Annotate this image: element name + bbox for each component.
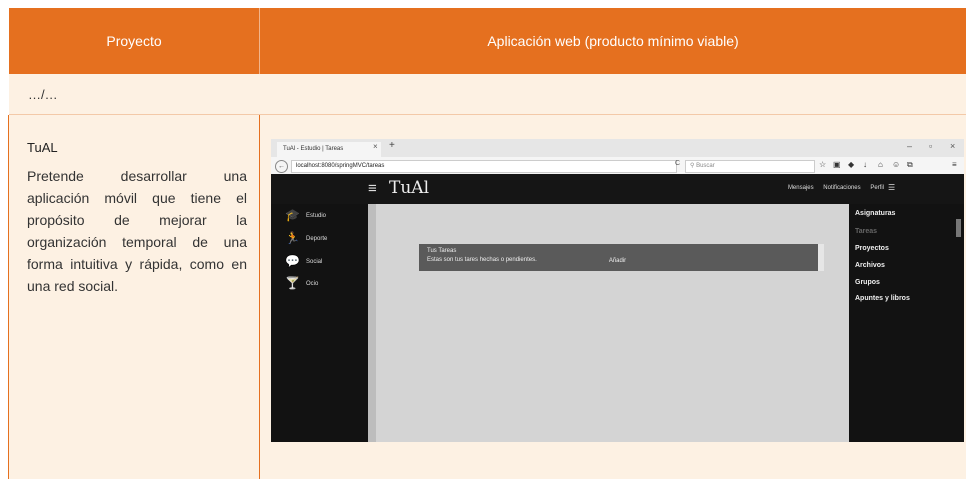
table-header: Proyecto Aplicación web (producto mínimo…	[9, 8, 966, 74]
extension-icon[interactable]: ☺	[892, 160, 900, 169]
menu-icon[interactable]: ≡	[952, 160, 957, 169]
tasks-panel-text: Estas son tus tares hechas o pendientes.	[427, 257, 537, 263]
url-field[interactable]: localhost:8080/springMVC/tareas	[291, 160, 677, 173]
back-icon[interactable]: ←	[275, 160, 288, 173]
sidebar-item-grupos[interactable]: Grupos	[855, 279, 880, 286]
minimize-icon[interactable]: –	[907, 141, 912, 151]
sidebar-item-archivos[interactable]: Archivos	[855, 262, 885, 269]
nav-mensajes[interactable]: Mensajes	[788, 185, 814, 191]
new-tab-icon[interactable]: +	[389, 140, 395, 151]
sidebar-item-estudio[interactable]: Estudio	[306, 213, 326, 219]
browser-toolbar: ← localhost:8080/springMVC/tareas C ⚲ Bu…	[271, 157, 964, 175]
project-name: TuAL	[27, 140, 58, 155]
app-screenshot: TuAl - Estudio | Tareas × + – ▫ × ← loca…	[271, 139, 964, 442]
app-navbar: ≡ TuAl Mensajes Notificaciones Perfil ☰	[271, 174, 964, 204]
continuation-row: …/…	[9, 74, 966, 115]
project-description: Pretende desarrollar una aplicación móvi…	[27, 168, 247, 294]
reload-icon[interactable]: C	[675, 160, 680, 167]
browser-tab[interactable]: TuAl - Estudio | Tareas	[277, 142, 381, 157]
browser-tabbar: TuAl - Estudio | Tareas × + – ▫ ×	[271, 139, 964, 157]
chat-bubbles-icon: 💬	[285, 254, 300, 268]
tab-title: TuAl - Estudio | Tareas	[283, 146, 344, 152]
sidebar-item-apuntes[interactable]: Apuntes y libros	[855, 295, 910, 302]
sidebar-item-tareas[interactable]: Tareas	[855, 228, 877, 235]
right-scrollbar[interactable]	[956, 219, 961, 237]
tasks-panel-scrollbar[interactable]	[818, 244, 824, 271]
sidebar-item-social[interactable]: Social	[306, 259, 322, 265]
close-window-icon[interactable]: ×	[950, 141, 955, 151]
tasks-panel-title: Tus Tareas	[427, 248, 457, 254]
header-project-label: Proyecto	[9, 8, 260, 74]
nav-links: Mensajes Notificaciones Perfil	[780, 185, 884, 191]
sidebar-item-asignaturas[interactable]: Asignaturas	[855, 210, 895, 217]
add-button[interactable]: Añadir	[545, 254, 690, 269]
clipboard-icon[interactable]: ▣	[833, 160, 841, 169]
sync-icon[interactable]: ⧉	[907, 160, 913, 170]
maximize-icon[interactable]: ▫	[929, 141, 932, 151]
close-tab-icon[interactable]: ×	[373, 142, 378, 151]
left-scrollbar[interactable]	[368, 204, 376, 442]
hamburger-icon[interactable]: ≡	[368, 180, 377, 197]
star-icon[interactable]: ☆	[819, 160, 826, 169]
download-icon[interactable]: ↓	[863, 160, 867, 169]
search-placeholder: Buscar	[696, 163, 715, 169]
sidebar-item-proyectos[interactable]: Proyectos	[855, 245, 889, 252]
header-project-type: Aplicación web (producto mínimo viable)	[487, 33, 739, 49]
nav-perfil[interactable]: Perfil	[870, 185, 884, 191]
right-sidebar: Asignaturas Tareas Proyectos Archivos Gr…	[849, 204, 964, 442]
left-border	[8, 115, 9, 479]
cocktail-icon: 🍸	[285, 276, 300, 290]
app-brand[interactable]: TuAl	[389, 178, 429, 198]
browser-search-input[interactable]: ⚲ Buscar	[685, 160, 815, 173]
running-icon: 🏃	[285, 231, 300, 245]
sidebar-item-ocio[interactable]: Ocio	[306, 281, 318, 287]
continuation-text: …/…	[28, 87, 58, 102]
profile-menu-icon[interactable]: ☰	[888, 183, 895, 192]
sidebar-item-deporte[interactable]: Deporte	[306, 236, 327, 242]
home-icon[interactable]: ⌂	[878, 160, 883, 169]
nav-notificaciones[interactable]: Notificaciones	[823, 185, 860, 191]
column-divider	[259, 115, 260, 479]
pocket-icon[interactable]: ◆	[848, 160, 854, 169]
graduation-cap-icon: 🎓	[285, 208, 300, 222]
left-sidebar: 🎓 Estudio 🏃 Deporte 💬 Social 🍸 Ocio	[271, 204, 368, 442]
